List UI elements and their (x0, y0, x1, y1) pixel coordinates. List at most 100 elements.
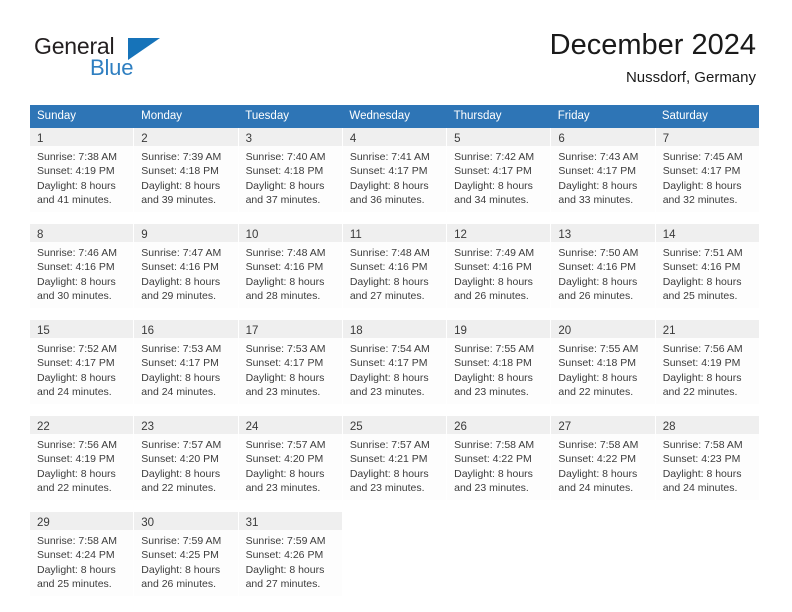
daylight-text-line2: and 23 minutes. (454, 482, 529, 495)
daylight-text-line2: and 30 minutes. (37, 290, 112, 303)
day-number: 13 (558, 229, 572, 241)
calendar-day-cell[interactable]: 14 Sunrise: 7:51 AM Sunset: 4:16 PM Dayligh… (655, 224, 759, 314)
day-detail-body: Sunrise: 7:51 AM Sunset: 4:16 PM Daylight:… (655, 242, 759, 308)
daylight-text-line2: and 22 minutes. (141, 482, 216, 495)
sunrise-text: Sunrise: 7:38 AM (37, 151, 117, 163)
sunset-text: Sunset: 4:17 PM (349, 165, 428, 178)
day-number: 4 (349, 133, 357, 145)
day-number: 6 (558, 133, 565, 145)
sunset-text: Sunset: 4:17 PM (141, 357, 219, 370)
daylight-text-line1: Daylight: 8 hours (349, 371, 429, 384)
day-detail-body: Sunrise: 7:58 AM Sunset: 4:24 PM Daylight:… (30, 530, 134, 596)
calendar-day-cell[interactable]: 21 Sunrise: 7:56 AM Sunset: 4:19 PM Dayligh… (655, 320, 759, 410)
calendar-day-cell[interactable]: 13 Sunrise: 7:50 AM Sunset: 4:16 PM Dayligh… (551, 224, 656, 314)
sunrise-text: Sunrise: 7:43 AM (558, 151, 639, 163)
day-number-band: 27 (551, 416, 655, 434)
day-number: 11 (349, 229, 362, 241)
daylight-text-line2: and 25 minutes. (662, 290, 738, 303)
calendar-day-cell[interactable]: 15 Sunrise: 7:52 AM Sunset: 4:17 PM Dayligh… (30, 320, 135, 410)
daylight-text-line2: and 22 minutes. (662, 386, 738, 399)
calendar-day-cell[interactable]: 25 Sunrise: 7:57 AM Sunset: 4:21 PM Dayligh… (342, 416, 448, 506)
calendar-day-cell[interactable]: 10 Sunrise: 7:48 AM Sunset: 4:16 PM Dayligh… (238, 224, 343, 314)
day-detail-body: Sunrise: 7:55 AM Sunset: 4:18 PM Daylight:… (551, 338, 655, 404)
day-detail-body: Sunrise: 7:58 AM Sunset: 4:22 PM Daylight:… (551, 434, 655, 500)
calendar-day-cell[interactable]: 3 Sunrise: 7:40 AM Sunset: 4:18 PM Daylight… (238, 128, 343, 218)
day-number: 25 (349, 421, 363, 433)
daylight-text-line2: and 36 minutes. (349, 194, 425, 207)
day-number-band: 28 (655, 416, 759, 434)
sunset-text: Sunset: 4:17 PM (454, 165, 532, 178)
day-number-band (342, 512, 447, 530)
sunset-text: Sunset: 4:22 PM (454, 453, 532, 466)
sunrise-text: Sunrise: 7:39 AM (141, 151, 222, 163)
day-number-band: 2 (134, 128, 238, 146)
day-number-band (447, 512, 551, 530)
daylight-text-line1: Daylight: 8 hours (245, 371, 325, 384)
calendar-day-cell[interactable]: 17 Sunrise: 7:53 AM Sunset: 4:17 PM Dayligh… (238, 320, 343, 410)
day-number-band (551, 512, 655, 530)
calendar-day-cell[interactable]: 16 Sunrise: 7:53 AM Sunset: 4:17 PM Dayligh… (134, 320, 239, 410)
day-number-band: 5 (447, 128, 551, 146)
calendar-day-cell[interactable]: 5 Sunrise: 7:42 AM Sunset: 4:17 PM Daylight… (447, 128, 552, 218)
calendar-day-cell[interactable]: 31 Sunrise: 7:59 AM Sunset: 4:26 PM Dayligh… (238, 512, 343, 600)
calendar-day-cell-empty (447, 512, 552, 600)
calendar-day-cell[interactable]: 23 Sunrise: 7:57 AM Sunset: 4:20 PM Dayligh… (134, 416, 239, 506)
daylight-text-line1: Daylight: 8 hours (37, 467, 116, 480)
calendar-day-cell[interactable]: 6 Sunrise: 7:43 AM Sunset: 4:17 PM Daylight… (551, 128, 656, 218)
calendar-day-cell[interactable]: 20 Sunrise: 7:55 AM Sunset: 4:18 PM Dayligh… (551, 320, 656, 410)
calendar-day-cell[interactable]: 8 Sunrise: 7:46 AM Sunset: 4:16 PM Daylight… (30, 224, 135, 314)
sunrise-text: Sunrise: 7:48 AM (349, 247, 430, 259)
calendar-day-cell[interactable]: 29 Sunrise: 7:58 AM Sunset: 4:24 PM Dayligh… (30, 512, 135, 600)
daylight-text-line1: Daylight: 8 hours (37, 371, 116, 384)
calendar-day-cell[interactable]: 7 Sunrise: 7:45 AM Sunset: 4:17 PM Daylight… (655, 128, 759, 218)
day-number: 9 (141, 229, 148, 241)
daylight-text-line1: Daylight: 8 hours (349, 467, 429, 480)
sunrise-text: Sunrise: 7:46 AM (37, 247, 117, 259)
calendar-day-cell[interactable]: 24 Sunrise: 7:57 AM Sunset: 4:20 PM Dayligh… (238, 416, 343, 506)
calendar-day-cell[interactable]: 22 Sunrise: 7:56 AM Sunset: 4:19 PM Dayligh… (30, 416, 135, 506)
sunset-text: Sunset: 4:16 PM (245, 261, 324, 274)
sunset-text: Sunset: 4:18 PM (245, 165, 324, 178)
calendar-day-cell[interactable]: 9 Sunrise: 7:47 AM Sunset: 4:16 PM Daylight… (134, 224, 239, 314)
day-number-band: 6 (551, 128, 655, 146)
daylight-text-line1: Daylight: 8 hours (349, 179, 429, 192)
day-detail-body: Sunrise: 7:59 AM Sunset: 4:25 PM Daylight:… (134, 530, 238, 596)
daylight-text-line1: Daylight: 8 hours (662, 371, 742, 384)
daylight-text-line2: and 28 minutes. (245, 290, 321, 303)
weekday-header-monday: Monday (141, 110, 183, 122)
day-detail-body: Sunrise: 7:57 AM Sunset: 4:21 PM Daylight:… (342, 434, 447, 500)
general-blue-logo[interactable]: General Blue (34, 33, 224, 85)
calendar-day-cell[interactable]: 4 Sunrise: 7:41 AM Sunset: 4:17 PM Daylight… (342, 128, 448, 218)
calendar-day-cell[interactable]: 18 Sunrise: 7:54 AM Sunset: 4:17 PM Dayligh… (342, 320, 448, 410)
day-number-band: 24 (238, 416, 342, 434)
calendar-day-cell-empty (655, 512, 759, 600)
daylight-text-line1: Daylight: 8 hours (245, 179, 325, 192)
calendar-day-cell[interactable]: 26 Sunrise: 7:58 AM Sunset: 4:22 PM Dayligh… (447, 416, 552, 506)
daylight-text-line1: Daylight: 8 hours (141, 467, 221, 480)
calendar-day-cell[interactable]: 27 Sunrise: 7:58 AM Sunset: 4:22 PM Dayligh… (551, 416, 656, 506)
day-detail-body: Sunrise: 7:45 AM Sunset: 4:17 PM Daylight:… (655, 146, 759, 212)
calendar-day-cell[interactable]: 11 Sunrise: 7:48 AM Sunset: 4:16 PM Dayligh… (342, 224, 448, 314)
sunset-text: Sunset: 4:19 PM (37, 453, 115, 466)
calendar-day-cell[interactable]: 1 Sunrise: 7:38 AM Sunset: 4:19 PM Daylight… (30, 128, 135, 218)
calendar-day-cell[interactable]: 30 Sunrise: 7:59 AM Sunset: 4:25 PM Dayligh… (134, 512, 239, 600)
page-title: December 2024 (549, 29, 756, 61)
day-number: 28 (662, 421, 676, 433)
day-number-band: 13 (551, 224, 655, 242)
daylight-text-line1: Daylight: 8 hours (558, 179, 638, 192)
day-number-band: 31 (238, 512, 342, 530)
day-detail-body: Sunrise: 7:56 AM Sunset: 4:19 PM Daylight:… (655, 338, 759, 404)
calendar-day-cell[interactable]: 19 Sunrise: 7:55 AM Sunset: 4:18 PM Dayligh… (447, 320, 552, 410)
day-number-band: 9 (134, 224, 238, 242)
day-detail-body: Sunrise: 7:57 AM Sunset: 4:20 PM Daylight:… (134, 434, 238, 500)
calendar-day-cell[interactable]: 12 Sunrise: 7:49 AM Sunset: 4:16 PM Dayligh… (447, 224, 552, 314)
sunrise-text: Sunrise: 7:40 AM (245, 151, 326, 163)
daylight-text-line2: and 24 minutes. (141, 386, 216, 399)
calendar-day-cell[interactable]: 28 Sunrise: 7:58 AM Sunset: 4:23 PM Dayligh… (655, 416, 759, 506)
calendar-day-cell-empty (342, 512, 448, 600)
daylight-text-line1: Daylight: 8 hours (454, 179, 533, 192)
calendar-day-cell[interactable]: 2 Sunrise: 7:39 AM Sunset: 4:18 PM Daylight… (134, 128, 239, 218)
sunset-text: Sunset: 4:16 PM (454, 261, 532, 274)
daylight-text-line2: and 41 minutes. (37, 194, 112, 207)
sunrise-text: Sunrise: 7:55 AM (454, 343, 535, 355)
